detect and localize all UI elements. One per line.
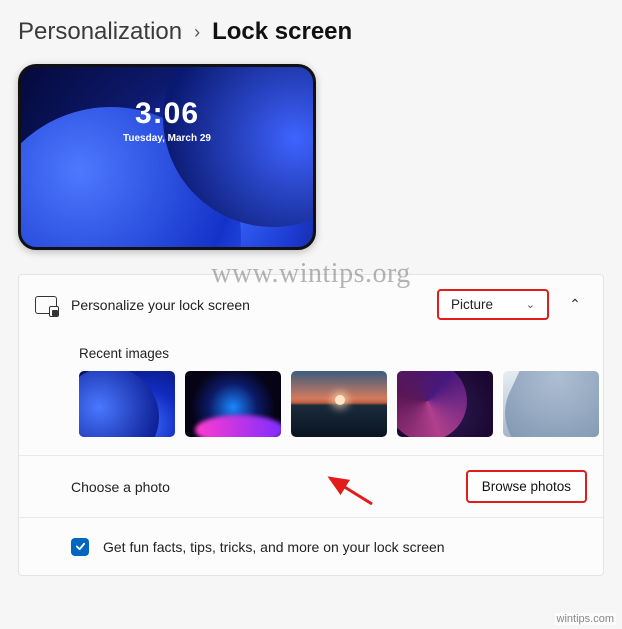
recent-image[interactable] — [397, 371, 493, 437]
collapse-icon[interactable]: ⌃ — [563, 296, 587, 313]
fun-facts-checkbox[interactable] — [71, 538, 89, 556]
check-icon — [75, 541, 86, 552]
choose-photo-label: Choose a photo — [71, 479, 452, 495]
personalize-row[interactable]: Personalize your lock screen Picture ⌄ ⌃ — [19, 275, 603, 334]
select-value: Picture — [451, 297, 493, 312]
breadcrumb-current: Lock screen — [212, 18, 352, 46]
breadcrumb: Personalization › Lock screen — [18, 18, 604, 46]
source-caption: wintips.com — [555, 613, 616, 625]
preview-date: Tuesday, March 29 — [21, 133, 313, 144]
chevron-right-icon: › — [194, 22, 200, 43]
recent-images-list — [79, 371, 587, 437]
recent-image[interactable] — [291, 371, 387, 437]
preview-time: 3:06 — [21, 97, 313, 131]
recent-image[interactable] — [503, 371, 599, 437]
recent-image[interactable] — [185, 371, 281, 437]
breadcrumb-parent[interactable]: Personalization — [18, 18, 182, 46]
background-type-select[interactable]: Picture ⌄ — [437, 289, 549, 320]
monitor-lock-icon — [35, 296, 57, 314]
browse-photos-button[interactable]: Browse photos — [466, 470, 587, 503]
lockscreen-settings-card: Personalize your lock screen Picture ⌄ ⌃… — [18, 274, 604, 576]
recent-image[interactable] — [79, 371, 175, 437]
fun-facts-label: Get fun facts, tips, tricks, and more on… — [103, 539, 587, 555]
fun-facts-row[interactable]: Get fun facts, tips, tricks, and more on… — [19, 517, 603, 575]
chevron-down-icon: ⌄ — [526, 298, 535, 311]
recent-images-label: Recent images — [19, 334, 603, 365]
lockscreen-preview: 3:06 Tuesday, March 29 — [18, 64, 316, 250]
choose-photo-row: Choose a photo Browse photos — [19, 455, 603, 517]
personalize-label: Personalize your lock screen — [71, 297, 423, 313]
